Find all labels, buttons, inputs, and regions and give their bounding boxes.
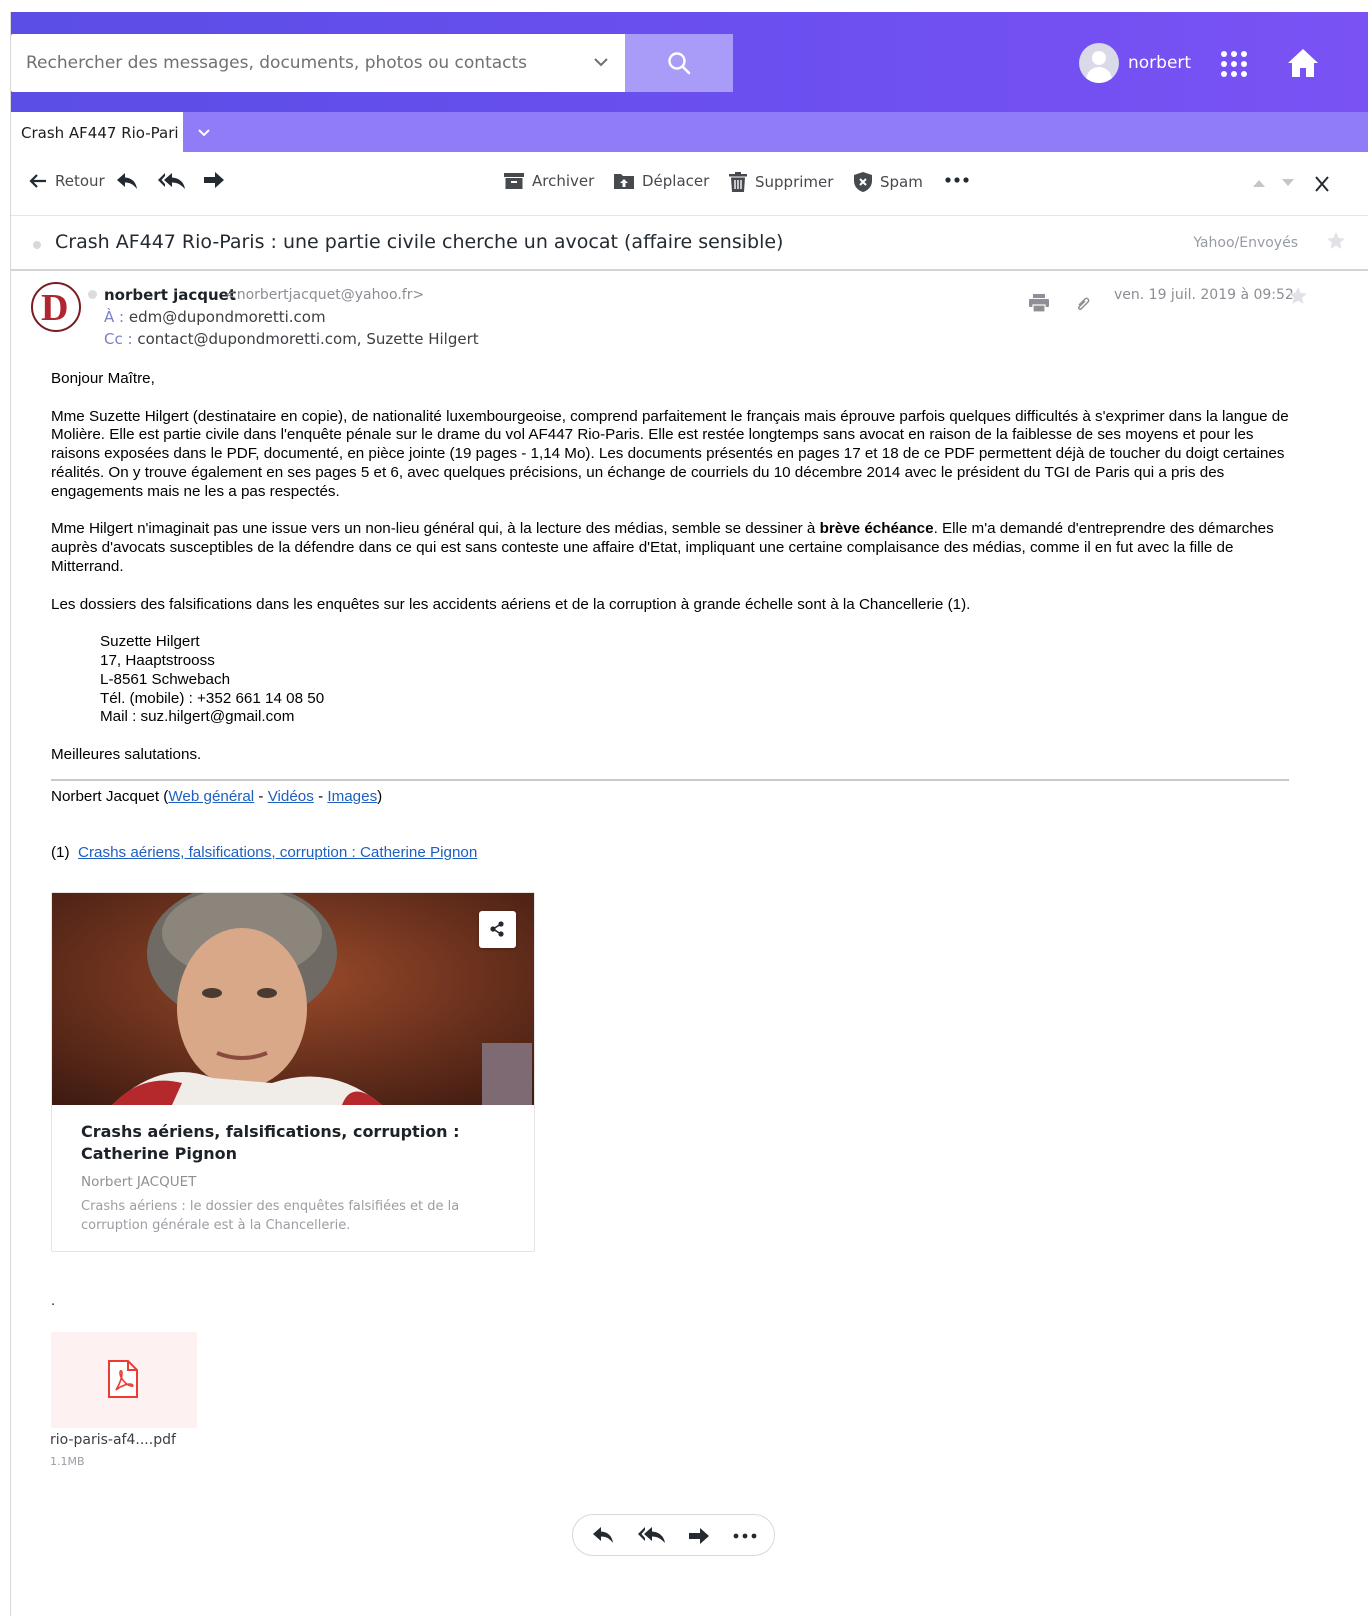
user-menu[interactable]: norbert — [1079, 43, 1191, 83]
paragraph-3: Les dossiers des falsifications dans les… — [51, 595, 971, 613]
more-horizontal-icon[interactable] — [733, 1526, 757, 1546]
address-line: L-8561 Schwebach — [100, 670, 231, 688]
share-icon — [490, 921, 504, 937]
portrait-image — [52, 893, 534, 1105]
pdf-icon — [108, 1360, 138, 1398]
to-line: À : edm@dupondmoretti.com — [104, 308, 326, 326]
status-dot — [88, 290, 97, 299]
folder-label[interactable]: Yahoo/Envoyés — [1193, 235, 1298, 251]
tab-bar: Crash AF447 Rio-Pari — [11, 112, 1368, 152]
spam-button[interactable]: Spam — [854, 172, 923, 192]
apps-grid-icon[interactable] — [1219, 49, 1249, 79]
trash-icon — [729, 172, 747, 192]
message-header: D norbert jacquet <norbertjacquet@yahoo.… — [11, 274, 1368, 364]
tab-message[interactable]: Crash AF447 Rio-Pari — [11, 112, 183, 152]
share-button[interactable] — [479, 911, 516, 948]
preview-image[interactable] — [52, 893, 534, 1105]
attachment-tile[interactable] — [51, 1332, 197, 1428]
message-body: Bonjour Maître, Mme Suzette Hilgert (des… — [51, 370, 1301, 881]
more-horizontal-icon — [945, 177, 969, 183]
search-box — [11, 34, 625, 92]
reply-button[interactable] — [116, 172, 146, 190]
quick-actions-bar — [572, 1514, 775, 1556]
signature-divider — [51, 778, 1289, 781]
message-toolbar: Retour Archiver Déplacer Supprimer Spam — [11, 152, 1368, 216]
user-name: norbert — [1128, 53, 1192, 73]
address-line: Mail : suz.hilgert@gmail.com — [100, 708, 295, 726]
chevron-down-icon[interactable] — [194, 122, 214, 142]
close-icon[interactable] — [1315, 176, 1329, 192]
shield-icon — [854, 172, 872, 192]
star-icon[interactable] — [1326, 231, 1346, 251]
message-date: ven. 19 juil. 2019 à 09:52 — [1114, 287, 1294, 303]
greeting: Bonjour Maître, — [51, 370, 155, 387]
paragraph-2: Mme Hilgert n'imaginait pas une issue ve… — [51, 520, 1274, 575]
card-title[interactable]: Crashs aériens, falsifications, corrupti… — [81, 1121, 511, 1165]
archive-button[interactable]: Archiver — [504, 172, 594, 190]
address-line: 17, Haaptstrooss — [100, 651, 215, 669]
avatar — [1079, 43, 1119, 83]
more-actions-button[interactable] — [945, 170, 977, 190]
sender-email[interactable]: <norbertjacquet@yahoo.fr> — [225, 287, 424, 303]
attachment-icon[interactable] — [1074, 296, 1092, 314]
sender-avatar[interactable]: D — [31, 282, 81, 332]
signature: Norbert Jacquet (Web général - Vidéos - … — [51, 787, 383, 805]
link-preview-card[interactable]: Crashs aériens, falsifications, corrupti… — [51, 892, 535, 1252]
paragraph-1: Mme Suzette Hilgert (destinataire en cop… — [51, 407, 1289, 500]
reply-icon[interactable] — [592, 1526, 614, 1544]
forward-icon — [204, 172, 224, 188]
arrow-left-icon — [29, 174, 46, 188]
address-block: Suzette Hilgert 17, Haaptstrooss L-8561 … — [100, 633, 1301, 727]
forward-button[interactable] — [203, 172, 233, 188]
print-icon[interactable] — [1029, 294, 1049, 312]
sender-name[interactable]: norbert jacquet — [104, 286, 236, 304]
delete-button[interactable]: Supprimer — [729, 172, 833, 192]
address-line: Suzette Hilgert — [100, 633, 200, 651]
next-message-icon[interactable] — [1281, 178, 1295, 188]
star-icon[interactable] — [1288, 286, 1308, 306]
search-button[interactable] — [625, 34, 733, 92]
attachment-name[interactable]: rio-paris-af4....pdf — [50, 1432, 176, 1448]
videos-link[interactable]: Vidéos — [268, 788, 314, 805]
header-bar: norbert — [11, 12, 1368, 112]
reply-all-button[interactable] — [158, 172, 194, 190]
search-icon — [668, 52, 691, 75]
closing: Meilleures salutations. — [51, 745, 202, 763]
cc-recipients[interactable]: contact@dupondmoretti.com, Suzette Hilge… — [137, 330, 478, 348]
images-link[interactable]: Images — [327, 788, 377, 805]
move-folder-icon — [614, 174, 634, 189]
message-subject: Crash AF447 Rio-Paris : une partie civil… — [55, 231, 784, 253]
archive-icon — [504, 173, 524, 189]
card-description: Crashs aériens : le dossier des enquêtes… — [81, 1199, 460, 1233]
move-button[interactable]: Déplacer — [614, 172, 709, 190]
back-button[interactable]: Retour — [29, 172, 105, 190]
footnote-link[interactable]: Crashs aériens, falsifications, corrupti… — [78, 844, 477, 861]
body-dot: . — [51, 1292, 56, 1309]
unread-dot — [33, 241, 41, 249]
to-recipient[interactable]: edm@dupondmoretti.com — [129, 308, 326, 326]
footnote: (1) Crashs aériens, falsifications, corr… — [51, 843, 478, 861]
cc-line: Cc : contact@dupondmoretti.com, Suzette … — [104, 330, 479, 348]
previous-message-icon[interactable] — [1252, 178, 1266, 188]
subject-row: Crash AF447 Rio-Paris : une partie civil… — [11, 217, 1368, 271]
reply-all-icon[interactable] — [638, 1526, 666, 1544]
forward-icon[interactable] — [688, 1528, 710, 1544]
mail-window: norbert Crash AF447 Rio-Pari Retour — [10, 12, 1368, 1616]
attachment-size: 1.1MB — [50, 1455, 85, 1468]
reply-icon — [117, 173, 137, 189]
cc-label: Cc : — [104, 330, 133, 348]
card-author: Norbert JACQUET — [81, 1174, 197, 1190]
address-line: Tél. (mobile) : +352 661 14 08 50 — [100, 689, 325, 707]
search-input[interactable] — [11, 34, 571, 92]
reply-all-icon — [158, 173, 185, 189]
to-label: À : — [104, 308, 125, 326]
home-icon[interactable] — [1286, 47, 1320, 79]
bold-text: brève échéance — [819, 520, 934, 538]
web-general-link[interactable]: Web général — [168, 788, 254, 805]
chevron-down-icon[interactable] — [591, 52, 611, 72]
